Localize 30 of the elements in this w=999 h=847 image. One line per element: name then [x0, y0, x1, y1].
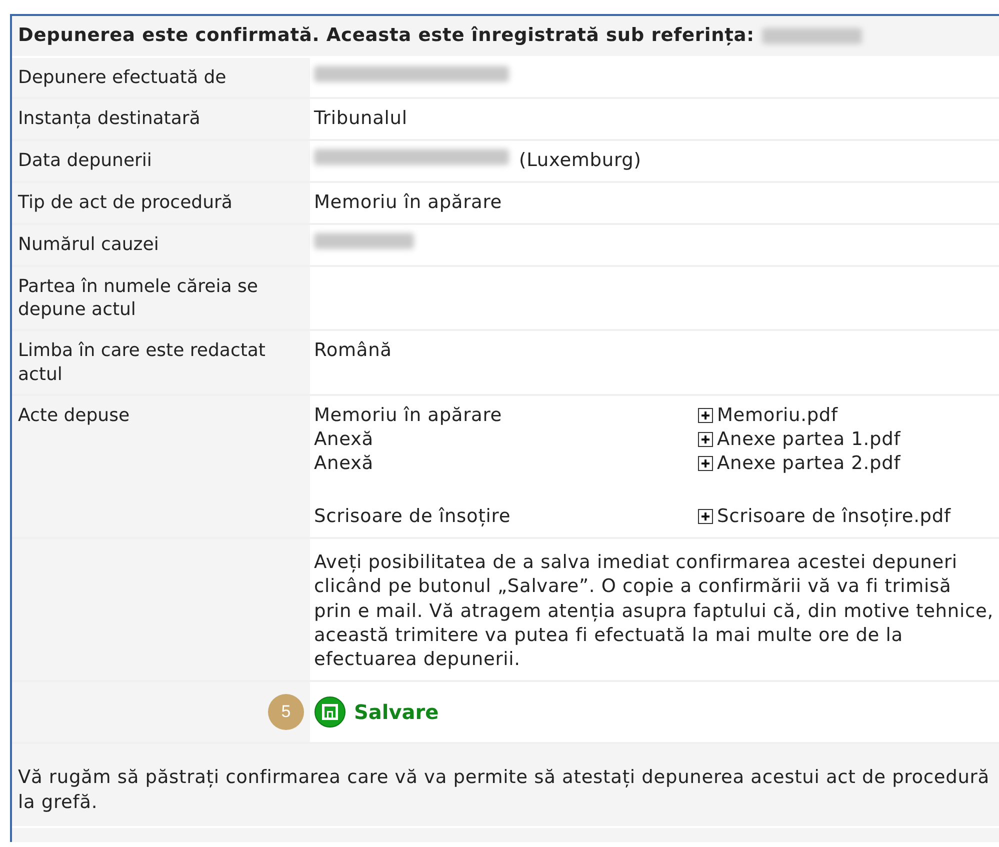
field-label: Tip de act de procedură — [12, 183, 310, 224]
footer-note: Vă rugăm să păstrați confirmarea care vă va permite să atestați depunerea acestui act de procedură la grefă. — [12, 744, 999, 828]
floppy-disk-icon — [314, 696, 346, 728]
field-label: Numărul cauzei — [12, 225, 310, 265]
file-link[interactable]: Anexe partea 1.pdf — [698, 428, 951, 452]
expand-icon[interactable] — [698, 456, 713, 472]
document-type: Memoriu în apărare — [314, 404, 504, 428]
document-type: Anexă — [314, 428, 374, 452]
field-label: Instanța destinatară — [12, 99, 310, 140]
field-value: (Luxemburg) — [519, 149, 642, 174]
header-title: Depunerea este confirmată. Aceasta este înregistrată sub referința: — [18, 24, 754, 48]
file-link[interactable]: Memoriu.pdf — [698, 404, 951, 428]
field-label: Data depunerii — [12, 141, 310, 182]
field-value: Tribunalul — [314, 107, 408, 132]
expand-icon[interactable] — [698, 432, 713, 448]
file-link[interactable]: Anexe partea 2.pdf — [698, 452, 951, 476]
file-link[interactable]: Scrisoare de însoțire.pdf — [698, 505, 951, 530]
field-value: Română — [314, 339, 392, 364]
field-label: Acte depuse — [12, 396, 310, 538]
expand-icon[interactable] — [698, 509, 713, 524]
field-label: Partea în numele căreia se depune actul — [12, 266, 310, 330]
save-button[interactable]: Salvare — [314, 696, 439, 728]
expand-icon[interactable] — [698, 408, 713, 424]
field-value: Memoriu în apărare — [314, 191, 502, 216]
field-label: Limba în care este redactat actul — [12, 331, 310, 394]
document-type: Anexă — [314, 452, 374, 476]
field-label: Depunere efectuată de — [12, 58, 310, 98]
save-info-text: Aveți posibilitatea de a salva imediat confirmarea acestei depuneri clicând pe butonul „Salvare”. O copie a confirmării vă va fi trimisă prin e mail. Vă atragem atenția asupra faptului că, din motive tehnice, această trimitere va putea fi efectuată la mai multe ore de la efectuarea depunerii. — [314, 551, 994, 672]
callout-badge: 5 — [268, 694, 304, 730]
document-type: Scrisoare de însoțire — [314, 505, 512, 530]
